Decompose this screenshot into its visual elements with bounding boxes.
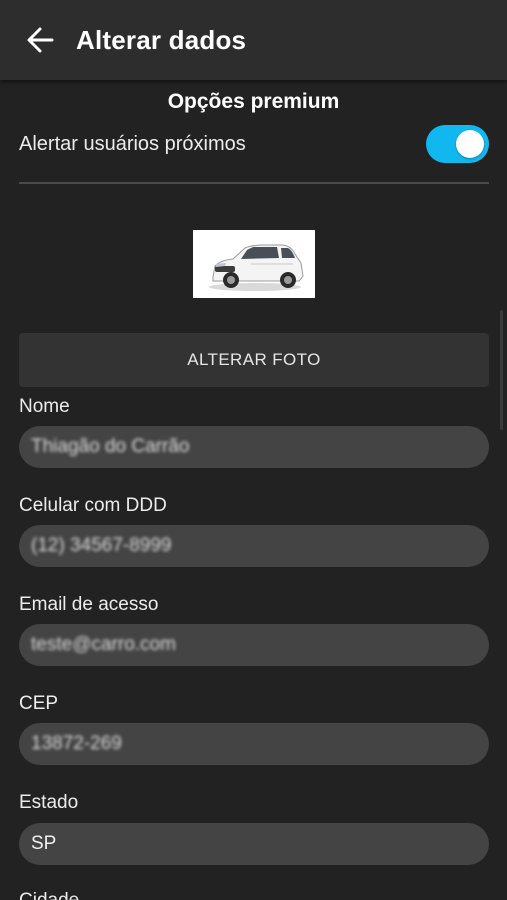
back-button[interactable] [18,18,62,62]
email-value: teste@carro.com [31,634,176,655]
car-image [193,230,315,298]
state-input[interactable]: SP [19,823,489,865]
city-label: Cidade [19,890,79,900]
scrollbar[interactable] [500,310,503,430]
premium-section-title: Opções premium [167,90,340,113]
name-value: Thiagão do Carrão [31,436,190,457]
state-label: Estado [19,792,79,813]
cep-label: CEP [19,693,59,714]
settings-form: Opções premium Alertar usuários próximos [0,80,507,900]
change-photo-button[interactable]: ALTERAR FOTO [19,333,489,387]
app-bar: Alterar dados [0,0,507,80]
toggle-knob [456,130,484,158]
name-input[interactable]: Thiagão do Carrão [19,426,489,468]
car-photo [193,230,315,298]
phone-label: Celular com DDD [19,495,167,516]
alert-nearby-toggle[interactable] [426,125,489,163]
name-label: Nome [19,396,70,417]
cep-input[interactable]: 13872-269 [19,723,489,765]
alert-nearby-label: Alertar usuários próximos [19,132,246,155]
phone-value: (12) 34567-8999 [31,535,172,556]
cep-value: 13872-269 [31,733,122,754]
page-title: Alterar dados [76,24,247,55]
section-divider [19,182,489,184]
email-label: Email de acesso [19,594,159,615]
phone-input[interactable]: (12) 34567-8999 [19,525,489,567]
arrow-left-icon [27,27,54,53]
app-screen: Alterar dados Opções premium Alertar usu… [0,0,507,900]
state-value: SP [31,833,57,854]
email-input[interactable]: teste@carro.com [19,624,489,666]
alert-nearby-row: Alertar usuários próximos [19,122,489,166]
